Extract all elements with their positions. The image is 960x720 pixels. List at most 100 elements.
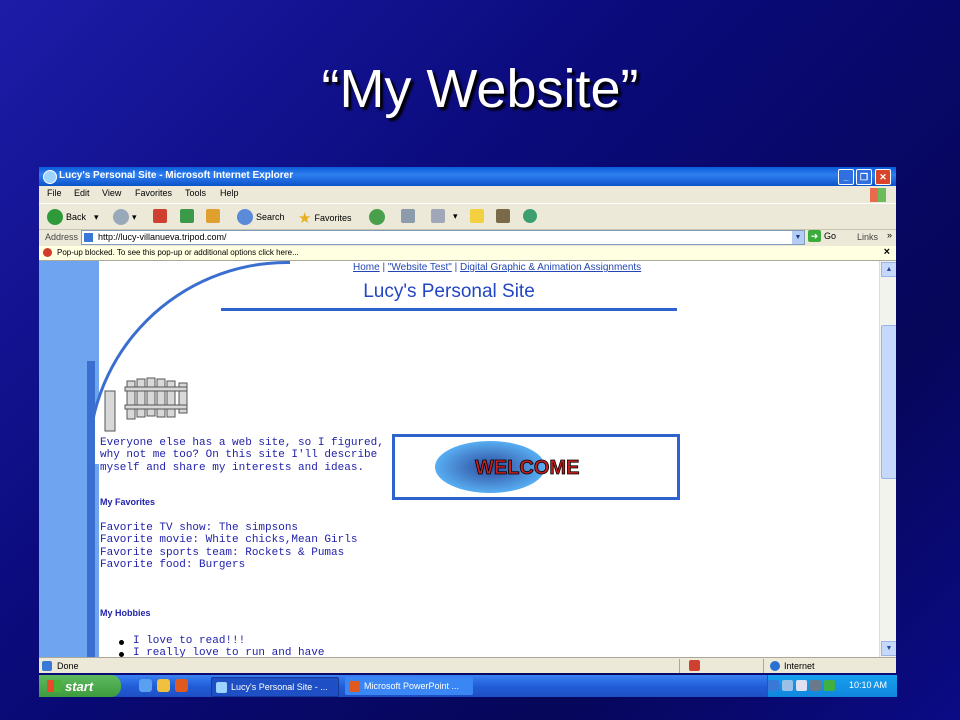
browser-window: Lucy's Personal Site - Microsoft Interne… [39,167,896,673]
nav-separator: | [379,262,388,273]
nav-assignments-link[interactable]: Digital Graphic & Animation Assignments [460,262,641,273]
curve-edge [87,361,95,657]
menu-bar: File Edit View Favorites Tools Help [39,186,896,202]
go-label: Go [824,231,837,241]
home-icon [206,209,220,223]
messenger-icon [523,209,537,223]
status-divider [679,659,680,673]
title-rule [221,308,677,311]
messenger-button[interactable] [523,209,537,223]
links-chevron-icon[interactable]: » [887,230,892,240]
print-button[interactable] [401,209,415,223]
tray-security-icon[interactable] [824,680,835,691]
task-label: Lucy's Personal Site - ... [231,682,328,692]
favorite-item: Favorite TV show: The simpsons [100,522,299,534]
scroll-down-icon[interactable]: ▼ [881,641,896,656]
quicklaunch-media-icon[interactable] [175,679,188,692]
popup-blocked-bar[interactable]: Pop-up blocked. To see this pop-up or ad… [39,246,896,261]
address-url: http://lucy-villanueva.tripod.com/ [98,232,227,242]
status-bar: Done Internet [39,657,896,673]
history-icon [369,209,385,225]
menu-help[interactable]: Help [220,188,239,198]
stop-icon [153,209,167,223]
edit-button[interactable]: ▾ [431,209,458,223]
ie-task-icon [216,681,227,693]
site-title: Lucy's Personal Site [363,281,535,302]
blocked-icon [43,248,52,257]
quicklaunch-ie-icon[interactable] [139,679,152,692]
start-button[interactable]: start [39,675,121,697]
tray-collapse-icon[interactable] [768,680,779,691]
page-icon [84,233,93,242]
favorites-list: Favorite TV show: The simpsons Favorite … [100,522,390,572]
scroll-thumb[interactable] [881,325,896,479]
address-dropdown-icon[interactable]: ▼ [792,231,804,244]
nav-home-link[interactable]: Home [353,262,380,273]
status-text: Done [57,661,79,671]
hobbies-heading: My Hobbies [100,608,151,618]
intro-text: Everyone else has a web site, so I figur… [100,437,384,474]
favorites-button[interactable]: ★ Favorites [298,209,351,227]
quicklaunch-explorer-icon[interactable] [157,679,170,692]
minimize-button[interactable]: _ [838,169,854,185]
search-icon [237,209,253,225]
taskbar: start Lucy's Personal Site - ... Microso… [39,675,897,697]
tray-network-icon[interactable] [782,680,793,691]
menu-edit[interactable]: Edit [74,188,90,198]
go-arrow-icon: ➜ [808,230,821,242]
refresh-icon [180,209,194,223]
close-infobar-icon[interactable]: × [884,246,890,258]
scroll-up-icon[interactable]: ▲ [881,262,896,277]
tray-device-icon[interactable] [810,680,821,691]
close-button[interactable]: ✕ [875,169,891,185]
window-titlebar[interactable]: Lucy's Personal Site - Microsoft Interne… [39,167,896,186]
hobby-item: I love to read!!! [119,635,324,647]
taskbar-item-powerpoint[interactable]: Microsoft PowerPoint ... [345,677,473,695]
go-button[interactable]: ➜ Go [808,230,836,242]
page-done-icon [42,661,52,671]
address-input[interactable]: http://lucy-villanueva.tripod.com/ ▼ [81,230,805,245]
search-button[interactable]: Search [237,209,285,225]
refresh-button[interactable] [180,209,194,223]
taskbar-item-ie[interactable]: Lucy's Personal Site - ... [211,677,339,697]
page-content: Home | "Website Test" | Digital Graphic … [39,261,879,657]
clock: 10:10 AM [849,680,888,690]
favorite-item: Favorite food: Burgers [100,559,246,572]
address-label: Address [45,232,79,242]
edit-icon [431,209,445,223]
hobbies-list: I love to read!!! I really love to run a… [119,635,324,657]
nav-website-test-link[interactable]: "Website Test" [388,262,452,273]
back-arrow-icon [47,209,63,225]
left-band [39,261,88,657]
home-button[interactable] [206,209,220,223]
star-icon: ★ [298,210,312,227]
slide-title: “My Website” [321,59,639,119]
research-button[interactable] [496,209,510,223]
history-button[interactable] [369,209,388,225]
menu-favorites[interactable]: Favorites [135,188,172,198]
edit-dropdown-icon: ▾ [453,210,458,221]
task-label: Microsoft PowerPoint ... [364,681,460,691]
links-button[interactable]: Links [857,232,878,242]
system-tray: 10:10 AM [767,675,897,697]
address-bar: Address http://lucy-villanueva.tripod.co… [39,229,896,245]
favorites-label: Favorites [314,213,352,223]
hobby-item: I really love to run and have [119,647,324,657]
back-dropdown-icon: ▾ [94,211,99,222]
discuss-button[interactable] [470,209,484,223]
favorite-item: Favorite movie: White chicks,Mean Girls [100,534,358,547]
forward-arrow-icon [113,209,129,225]
vertical-scrollbar[interactable]: ▲ ▼ [879,261,896,657]
menu-file[interactable]: File [47,188,62,198]
maximize-button[interactable]: ❐ [856,169,872,185]
tray-audio-icon[interactable] [796,680,807,691]
menu-tools[interactable]: Tools [185,188,206,198]
back-button[interactable]: Back ▾ [47,209,99,225]
menu-view[interactable]: View [102,188,121,198]
top-nav: Home | "Website Test" | Digital Graphic … [353,262,641,273]
stop-button[interactable] [153,209,167,223]
forward-button[interactable]: ▾ [113,209,137,225]
internet-zone-icon [770,661,780,671]
window-title: Lucy's Personal Site - Microsoft Interne… [59,170,294,181]
zone-label: Internet [784,661,815,671]
